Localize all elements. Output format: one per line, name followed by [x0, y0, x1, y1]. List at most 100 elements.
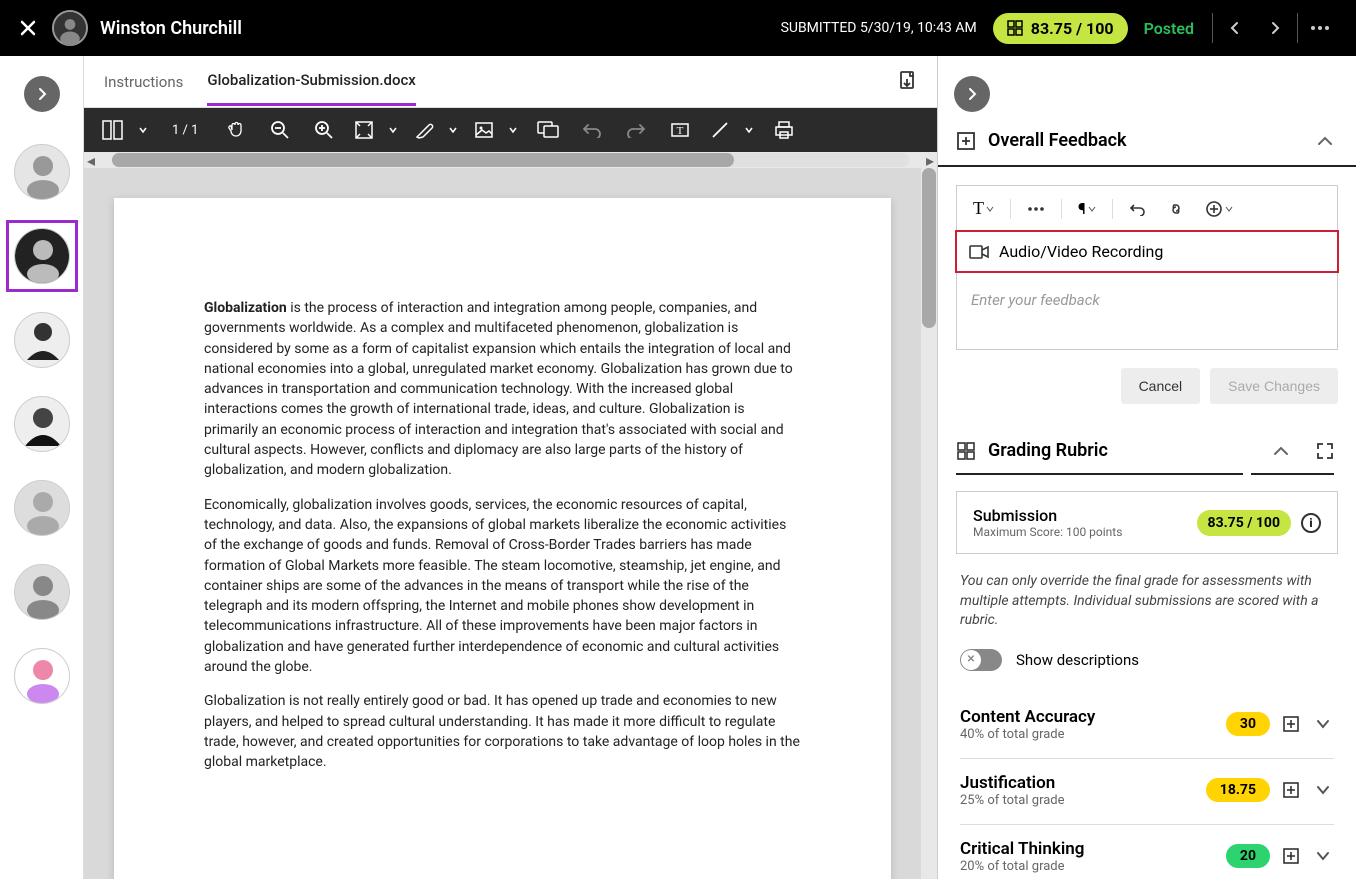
crit-expand-icon[interactable] [1312, 713, 1334, 735]
student-name: Winston Churchill [100, 18, 242, 39]
link-tool[interactable] [1159, 197, 1193, 221]
student-thumb-7[interactable] [14, 648, 70, 704]
crit-sub: 40% of total grade [960, 727, 1216, 742]
fit-tool[interactable] [348, 120, 404, 140]
crit-expand-icon[interactable] [1312, 845, 1334, 867]
horizontal-scrollbar[interactable]: ◂ ▸ [84, 152, 937, 168]
add-more-tool[interactable] [1197, 194, 1241, 224]
crit-sub: 25% of total grade [960, 793, 1196, 808]
crit-feedback-icon[interactable] [1280, 845, 1302, 867]
feedback-add-icon[interactable] [956, 131, 976, 151]
document-panel: Instructions Globalization-Submission.do… [84, 56, 938, 879]
crit-score-pill: 18.75 [1206, 778, 1270, 802]
score-text: 83.75 / 100 [1031, 19, 1114, 38]
tabs-row: Instructions Globalization-Submission.do… [84, 56, 937, 108]
crit-score-pill: 20 [1226, 844, 1270, 868]
vertical-scrollbar[interactable] [921, 168, 937, 879]
feedback-editor: T ¶ Audio/Video Recording Enter your fee… [956, 185, 1338, 350]
prev-student-button[interactable] [1215, 8, 1255, 48]
rubric-collapse-icon[interactable] [1272, 445, 1290, 457]
crit-feedback-icon[interactable] [1280, 779, 1302, 801]
doc-paragraph-1: Globalization is the process of interact… [204, 298, 801, 481]
image-tool[interactable] [468, 120, 524, 140]
paragraph-tool[interactable]: ¶ [1070, 193, 1104, 224]
zoom-out-tool[interactable] [260, 111, 300, 149]
max-score-label: Maximum Score: 100 points [973, 525, 1197, 539]
undo-tool[interactable] [572, 111, 612, 149]
doc-scroll-area: ◂ ▸ Globalization is the process of inte… [84, 152, 937, 879]
crit-title: Critical Thinking [960, 839, 1216, 859]
crit-feedback-icon[interactable] [1280, 713, 1302, 735]
svg-text:T: T [677, 125, 684, 137]
redo-tool[interactable] [616, 111, 656, 149]
doc-toolbar: 1 / 1 T [84, 108, 937, 152]
comment-tool[interactable] [528, 111, 568, 149]
student-rail [0, 56, 84, 879]
show-descriptions-toggle[interactable] [960, 649, 1002, 671]
submission-label: Submission [973, 506, 1197, 525]
crit-sub: 20% of total grade [960, 859, 1216, 874]
info-icon[interactable]: i [1301, 513, 1321, 533]
top-header: Winston Churchill SUBMITTED 5/30/19, 10:… [0, 0, 1356, 56]
crit-title: Justification [960, 773, 1196, 793]
pan-tool[interactable] [216, 111, 256, 149]
student-thumb-6[interactable] [14, 564, 70, 620]
rubric-icon [956, 441, 976, 461]
cancel-button[interactable]: Cancel [1121, 368, 1201, 404]
crit-expand-icon[interactable] [1312, 779, 1334, 801]
criterion-critical-thinking: Critical Thinking 20% of total grade 20 [960, 825, 1334, 879]
textbox-tool[interactable]: T [660, 111, 700, 149]
page-indicator: 1 / 1 [172, 123, 198, 138]
submitted-timestamp: SUBMITTED 5/30/19, 10:43 AM [781, 20, 977, 36]
override-note: You can only override the final grade fo… [938, 572, 1356, 649]
feedback-title: Overall Feedback [988, 130, 1304, 151]
editor-toolbar: T ¶ [957, 186, 1337, 232]
toggle-label: Show descriptions [1016, 651, 1139, 669]
video-icon [969, 244, 989, 260]
criteria-list: Content Accuracy 40% of total grade 30 J… [938, 693, 1356, 879]
grading-panel: Overall Feedback T ¶ Audio/Video Recordi… [938, 56, 1356, 879]
submission-score-card: Submission Maximum Score: 100 points 83.… [956, 491, 1338, 554]
student-thumb-5[interactable] [14, 480, 70, 536]
close-button[interactable] [16, 16, 40, 40]
highlight-tool[interactable] [408, 120, 464, 140]
submission-score-pill: 83.75 / 100 [1197, 510, 1291, 536]
student-thumb-1[interactable] [14, 144, 70, 200]
layout-tool[interactable] [96, 120, 154, 140]
rail-collapse-button[interactable] [24, 76, 60, 112]
status-posted: Posted [1144, 19, 1194, 38]
print-tool[interactable] [764, 111, 804, 149]
score-pill[interactable]: 83.75 / 100 [993, 13, 1128, 44]
text-format-tool[interactable]: T [965, 192, 1002, 225]
next-student-button[interactable] [1255, 8, 1295, 48]
panel-collapse-button[interactable] [954, 76, 990, 112]
doc-paragraph-3: Globalization is not really entirely goo… [204, 691, 801, 772]
tab-instructions[interactable]: Instructions [104, 59, 183, 105]
student-thumb-4[interactable] [14, 396, 70, 452]
zoom-in-tool[interactable] [304, 111, 344, 149]
undo-editor-tool[interactable] [1121, 196, 1155, 222]
overall-feedback-header: Overall Feedback [938, 112, 1356, 167]
save-button[interactable]: Save Changes [1210, 368, 1338, 404]
student-thumb-3[interactable] [14, 312, 70, 368]
crit-score-pill: 30 [1226, 712, 1270, 736]
more-tool[interactable] [1019, 200, 1053, 218]
av-label: Audio/Video Recording [999, 242, 1163, 261]
criterion-justification: Justification 25% of total grade 18.75 [960, 759, 1334, 825]
feedback-collapse-icon[interactable] [1316, 135, 1334, 147]
student-thumb-2-selected[interactable] [14, 228, 70, 284]
doc-paragraph-2: Economically, globalization involves goo… [204, 495, 801, 678]
download-icon[interactable] [897, 71, 917, 93]
audio-video-recording-button[interactable]: Audio/Video Recording [955, 230, 1339, 273]
draw-tool[interactable] [704, 120, 760, 140]
tab-document[interactable]: Globalization-Submission.docx [207, 57, 416, 106]
crit-title: Content Accuracy [960, 707, 1216, 727]
feedback-textarea[interactable]: Enter your feedback [957, 271, 1337, 349]
rubric-header: Grading Rubric [938, 426, 1356, 473]
student-avatar [52, 10, 88, 46]
criterion-content-accuracy: Content Accuracy 40% of total grade 30 [960, 693, 1334, 759]
more-options-button[interactable] [1300, 8, 1340, 48]
document-page: Globalization is the process of interact… [114, 198, 891, 879]
rubric-title: Grading Rubric [988, 440, 1260, 461]
rubric-expand-icon[interactable] [1316, 442, 1334, 460]
